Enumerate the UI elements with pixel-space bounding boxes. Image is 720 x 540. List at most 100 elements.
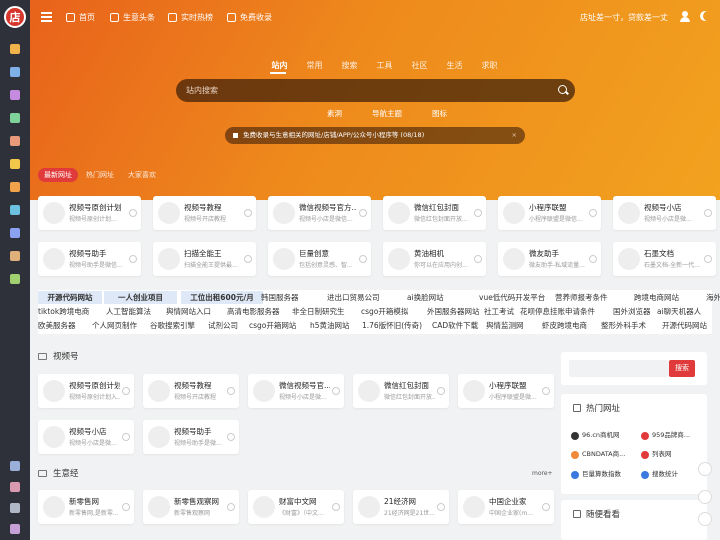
site-logo[interactable]: 店 xyxy=(4,6,26,28)
book-icon[interactable] xyxy=(10,90,20,100)
hot-site-1[interactable]: 959品牌商... xyxy=(641,429,690,442)
site-card[interactable]: 微信视频号官方... 视频号小店是微信... xyxy=(268,196,371,230)
arrow-icon[interactable] xyxy=(704,255,712,263)
user-icon[interactable] xyxy=(680,11,690,22)
arrow-icon[interactable] xyxy=(129,255,137,263)
site-card[interactable]: 小程序联盟 小程序联盟是微信... xyxy=(498,196,601,230)
hot-link[interactable]: 舆情网站入口 xyxy=(166,305,211,318)
nav-headlines[interactable]: 生意头条 xyxy=(110,12,155,23)
hot-link[interactable]: 一人创业项目 xyxy=(104,291,177,304)
sublink-2[interactable]: 图标 xyxy=(432,108,447,119)
right-search-button[interactable]: 搜索 xyxy=(669,360,695,377)
arrow-icon[interactable] xyxy=(129,209,137,217)
site-card[interactable]: 石墨文档 石墨文档-全新一代... xyxy=(613,242,716,276)
site-card[interactable]: 视频号原创计划 视频号原创计划... xyxy=(38,196,141,230)
arrow-icon[interactable] xyxy=(359,255,367,263)
site-card[interactable]: 视频号小店 视频号小店是微... xyxy=(613,196,716,230)
hot-link[interactable]: ai换脸网站 xyxy=(407,291,444,304)
hot-site-2[interactable]: CBNDATA商... xyxy=(571,448,625,461)
arrow-icon[interactable] xyxy=(244,209,252,217)
site-card[interactable]: 巨量创意 包括创意灵感、智... xyxy=(268,242,371,276)
site-card[interactable]: 财富中文网 《财富》（中文... xyxy=(248,490,344,524)
arrow-icon[interactable] xyxy=(474,255,482,263)
list-icon[interactable] xyxy=(10,136,20,146)
tab-hot[interactable]: 热门网址 xyxy=(80,168,120,182)
arrow-icon[interactable] xyxy=(122,503,130,511)
arrow-icon[interactable] xyxy=(474,209,482,217)
site-card[interactable]: 微友助手 微友助手-私域流量... xyxy=(498,242,601,276)
hot-link[interactable]: 人工智能算法 xyxy=(106,305,151,318)
hot-link[interactable]: CAD软件下载 xyxy=(432,319,478,332)
sublink-0[interactable]: 素洞 xyxy=(327,108,342,119)
notice-bar[interactable]: 免费收录与生意相关的网址/店铺/APP/公众号小程序等 (08/18) × xyxy=(225,127,525,144)
arrow-icon[interactable] xyxy=(227,387,235,395)
search-tab-life[interactable]: 生活 xyxy=(437,60,472,71)
search-tab-site[interactable]: 站内 xyxy=(262,60,297,71)
key-icon[interactable] xyxy=(10,251,20,261)
site-card[interactable]: 黄油相机 你可以在应用内创... xyxy=(383,242,486,276)
arrow-icon[interactable] xyxy=(227,433,235,441)
hot-link[interactable]: 非全日制研究生 xyxy=(292,305,345,318)
hot-link[interactable]: 虾皮跨境电商 xyxy=(542,319,587,332)
arrow-icon[interactable] xyxy=(542,387,550,395)
more-link[interactable]: more+ xyxy=(532,470,553,477)
site-card[interactable]: 新零售网 新零售网,是新零... xyxy=(38,490,134,524)
nav-hotlist[interactable]: 实时热榜 xyxy=(168,12,213,23)
site-card[interactable]: 21经济网 21经济网是21世... xyxy=(353,490,449,524)
wechat-icon[interactable] xyxy=(10,44,20,54)
box-icon[interactable] xyxy=(10,182,20,192)
sublink-1[interactable]: 导航主题 xyxy=(372,108,402,119)
site-card[interactable]: 视频号教程 视频号开店教程 xyxy=(153,196,256,230)
chat-float-icon[interactable] xyxy=(698,462,712,476)
hot-link[interactable]: 进出口贸易公司 xyxy=(327,291,380,304)
back-to-top-icon[interactable] xyxy=(698,512,712,526)
search-tab-tools[interactable]: 工具 xyxy=(367,60,402,71)
arrow-icon[interactable] xyxy=(332,503,340,511)
arrow-icon[interactable] xyxy=(244,255,252,263)
site-card[interactable]: 微信红包封面 微信红包封面开放... xyxy=(353,374,449,408)
nav-submit[interactable]: 免费收录 xyxy=(227,12,272,23)
hot-link[interactable]: 整形外科手术 xyxy=(601,319,646,332)
site-card[interactable]: 微信红包封面 微信红包封面开放... xyxy=(383,196,486,230)
moon-icon[interactable] xyxy=(703,11,713,21)
search-tab-common[interactable]: 常用 xyxy=(297,60,332,71)
hot-link[interactable]: 个人网页制作 xyxy=(92,319,137,332)
hot-link[interactable]: 开源代码网站 xyxy=(38,291,102,304)
hot-link[interactable]: 欧美服务器 xyxy=(38,319,76,332)
hot-link[interactable]: 国外浏览器 xyxy=(613,305,651,318)
hot-link[interactable]: tiktok跨境电商 xyxy=(38,305,89,318)
hot-link[interactable]: 社工考试 xyxy=(484,305,514,318)
arrow-icon[interactable] xyxy=(589,255,597,263)
hot-link[interactable]: csgo开箱模拟 xyxy=(361,305,408,318)
hot-link[interactable]: h5黄油网站 xyxy=(310,319,350,332)
arrow-icon[interactable] xyxy=(122,433,130,441)
site-card[interactable]: 小程序联盟 小程序联盟是微... xyxy=(458,374,554,408)
site-card[interactable]: 视频号小店 视频号小店是微... xyxy=(38,420,134,454)
hot-link[interactable]: 韩国服务器 xyxy=(261,291,299,304)
hot-link[interactable]: 谷歌搜索引擎 xyxy=(150,319,195,332)
arrow-icon[interactable] xyxy=(437,503,445,511)
arrow-icon[interactable] xyxy=(359,209,367,217)
search-tab-jobs[interactable]: 求职 xyxy=(472,60,507,71)
menu-icon[interactable] xyxy=(41,12,52,23)
chart-icon[interactable] xyxy=(10,113,20,123)
document-icon[interactable] xyxy=(10,67,20,77)
close-icon[interactable]: × xyxy=(512,127,517,144)
hot-link[interactable]: 花呗停息挂账申请条件 xyxy=(520,305,595,318)
hot-link[interactable]: 海外vps网站 xyxy=(706,291,720,304)
arrow-icon[interactable] xyxy=(437,387,445,395)
users-icon[interactable] xyxy=(10,503,20,513)
more-icon[interactable] xyxy=(10,524,20,534)
hot-site-4[interactable]: 巨量算数指数 xyxy=(571,468,621,481)
arrow-icon[interactable] xyxy=(122,387,130,395)
nav-home[interactable]: 首页 xyxy=(66,12,95,23)
arrow-icon[interactable] xyxy=(704,209,712,217)
hot-link[interactable]: 营养师报考条件 xyxy=(555,291,608,304)
hot-link[interactable]: 开源代码网站 xyxy=(662,319,707,332)
shop-icon[interactable] xyxy=(10,461,20,471)
apps-icon[interactable] xyxy=(10,274,20,284)
game-icon[interactable] xyxy=(10,482,20,492)
site-card[interactable]: 视频号助手 视频号助手是微信... xyxy=(38,242,141,276)
arrow-icon[interactable] xyxy=(332,387,340,395)
hot-link[interactable]: 舆情监测网 xyxy=(486,319,524,332)
